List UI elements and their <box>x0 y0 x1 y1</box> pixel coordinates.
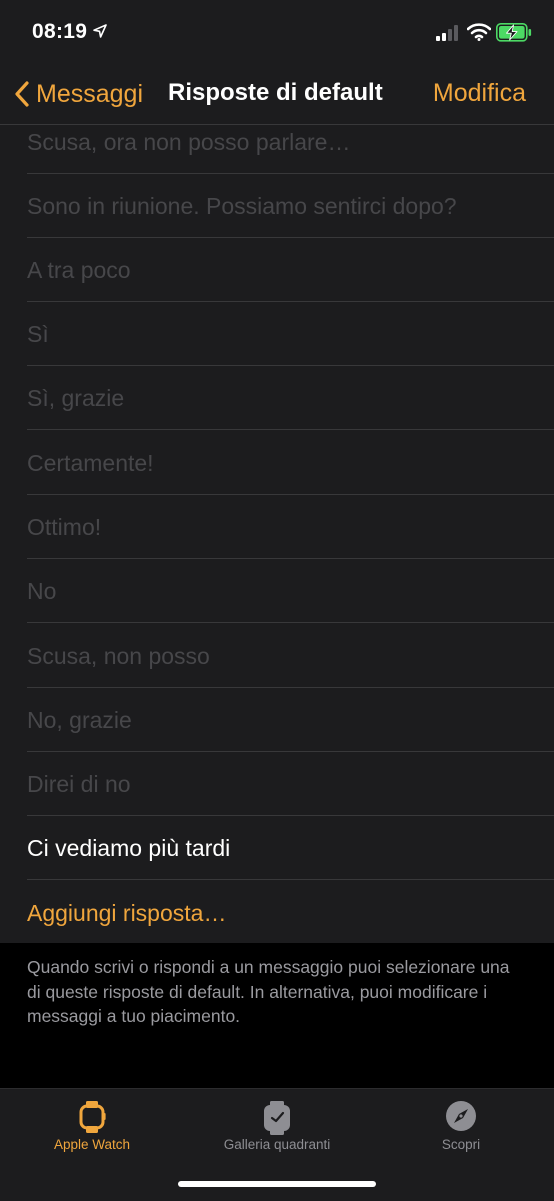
response-row[interactable]: No <box>0 559 554 623</box>
location-arrow-icon <box>93 24 107 38</box>
default-responses-list: Scusa, ora non posso parlare… Sono in ri… <box>0 125 554 943</box>
response-row[interactable]: Direi di no <box>0 752 554 816</box>
response-label: Sono in riunione. Possiamo sentirci dopo… <box>27 193 457 219</box>
response-label: Certamente! <box>27 450 154 476</box>
tab-label: Scopri <box>441 1137 481 1152</box>
response-row[interactable]: Sì, grazie <box>0 366 554 430</box>
response-label: Ottimo! <box>27 514 102 540</box>
watch-face-gallery-icon <box>264 1101 290 1135</box>
row-divider <box>27 622 554 623</box>
navigation-bar: Messaggi Risposte di default Modifica <box>0 64 554 125</box>
response-row[interactable]: Scusa, ora non posso parlare… <box>0 125 554 174</box>
response-row[interactable]: Ottimo! <box>0 495 554 559</box>
response-row[interactable]: A tra poco <box>0 238 554 302</box>
apple-watch-icon <box>79 1101 106 1133</box>
response-label: No <box>27 578 57 604</box>
status-time: 08:19 <box>32 20 88 43</box>
back-button[interactable]: Messaggi <box>14 78 143 110</box>
response-row[interactable]: Ci vediamo più tardi <box>0 816 554 880</box>
cellular-signal-icon <box>436 25 458 41</box>
back-button-label: Messaggi <box>36 79 143 108</box>
tab-face-gallery[interactable]: Galleria quadranti <box>207 1089 347 1169</box>
response-label: Scusa, ora non posso parlare… <box>27 129 351 155</box>
tab-label: Apple Watch <box>53 1137 131 1152</box>
response-row[interactable]: Sono in riunione. Possiamo sentirci dopo… <box>0 174 554 238</box>
status-bar: 08:19 <box>0 0 554 64</box>
response-label: A tra poco <box>27 257 131 283</box>
tab-apple-watch[interactable]: Apple Watch <box>32 1089 152 1169</box>
add-response-label: Aggiungi risposta… <box>27 900 227 926</box>
home-indicator[interactable] <box>178 1181 376 1187</box>
response-label: Sì <box>27 321 49 347</box>
page-title: Risposte di default <box>168 79 383 106</box>
tab-discover[interactable]: Scopri <box>411 1089 511 1169</box>
add-response-button[interactable]: Aggiungi risposta… <box>0 881 554 943</box>
response-label: Direi di no <box>27 771 131 797</box>
response-row[interactable]: Sì <box>0 302 554 366</box>
compass-icon <box>446 1101 476 1131</box>
response-label: Scusa, non posso <box>27 643 210 669</box>
response-label: No, grazie <box>27 707 132 733</box>
response-row[interactable]: Certamente! <box>0 431 554 495</box>
battery-charging-icon <box>496 23 532 42</box>
footer-description: Quando scrivi o rispondi a un messaggio … <box>27 957 510 1026</box>
edit-button[interactable]: Modifica <box>433 79 526 108</box>
response-row[interactable]: No, grazie <box>0 688 554 752</box>
response-label: Ci vediamo più tardi <box>27 835 231 861</box>
row-divider <box>27 879 554 880</box>
chevron-left-icon <box>15 81 29 107</box>
tab-label: Galleria quadranti <box>223 1137 331 1152</box>
response-row[interactable]: Scusa, non posso <box>0 624 554 688</box>
response-label: Sì, grazie <box>27 385 125 411</box>
wifi-icon <box>467 23 491 41</box>
row-divider <box>27 429 554 430</box>
